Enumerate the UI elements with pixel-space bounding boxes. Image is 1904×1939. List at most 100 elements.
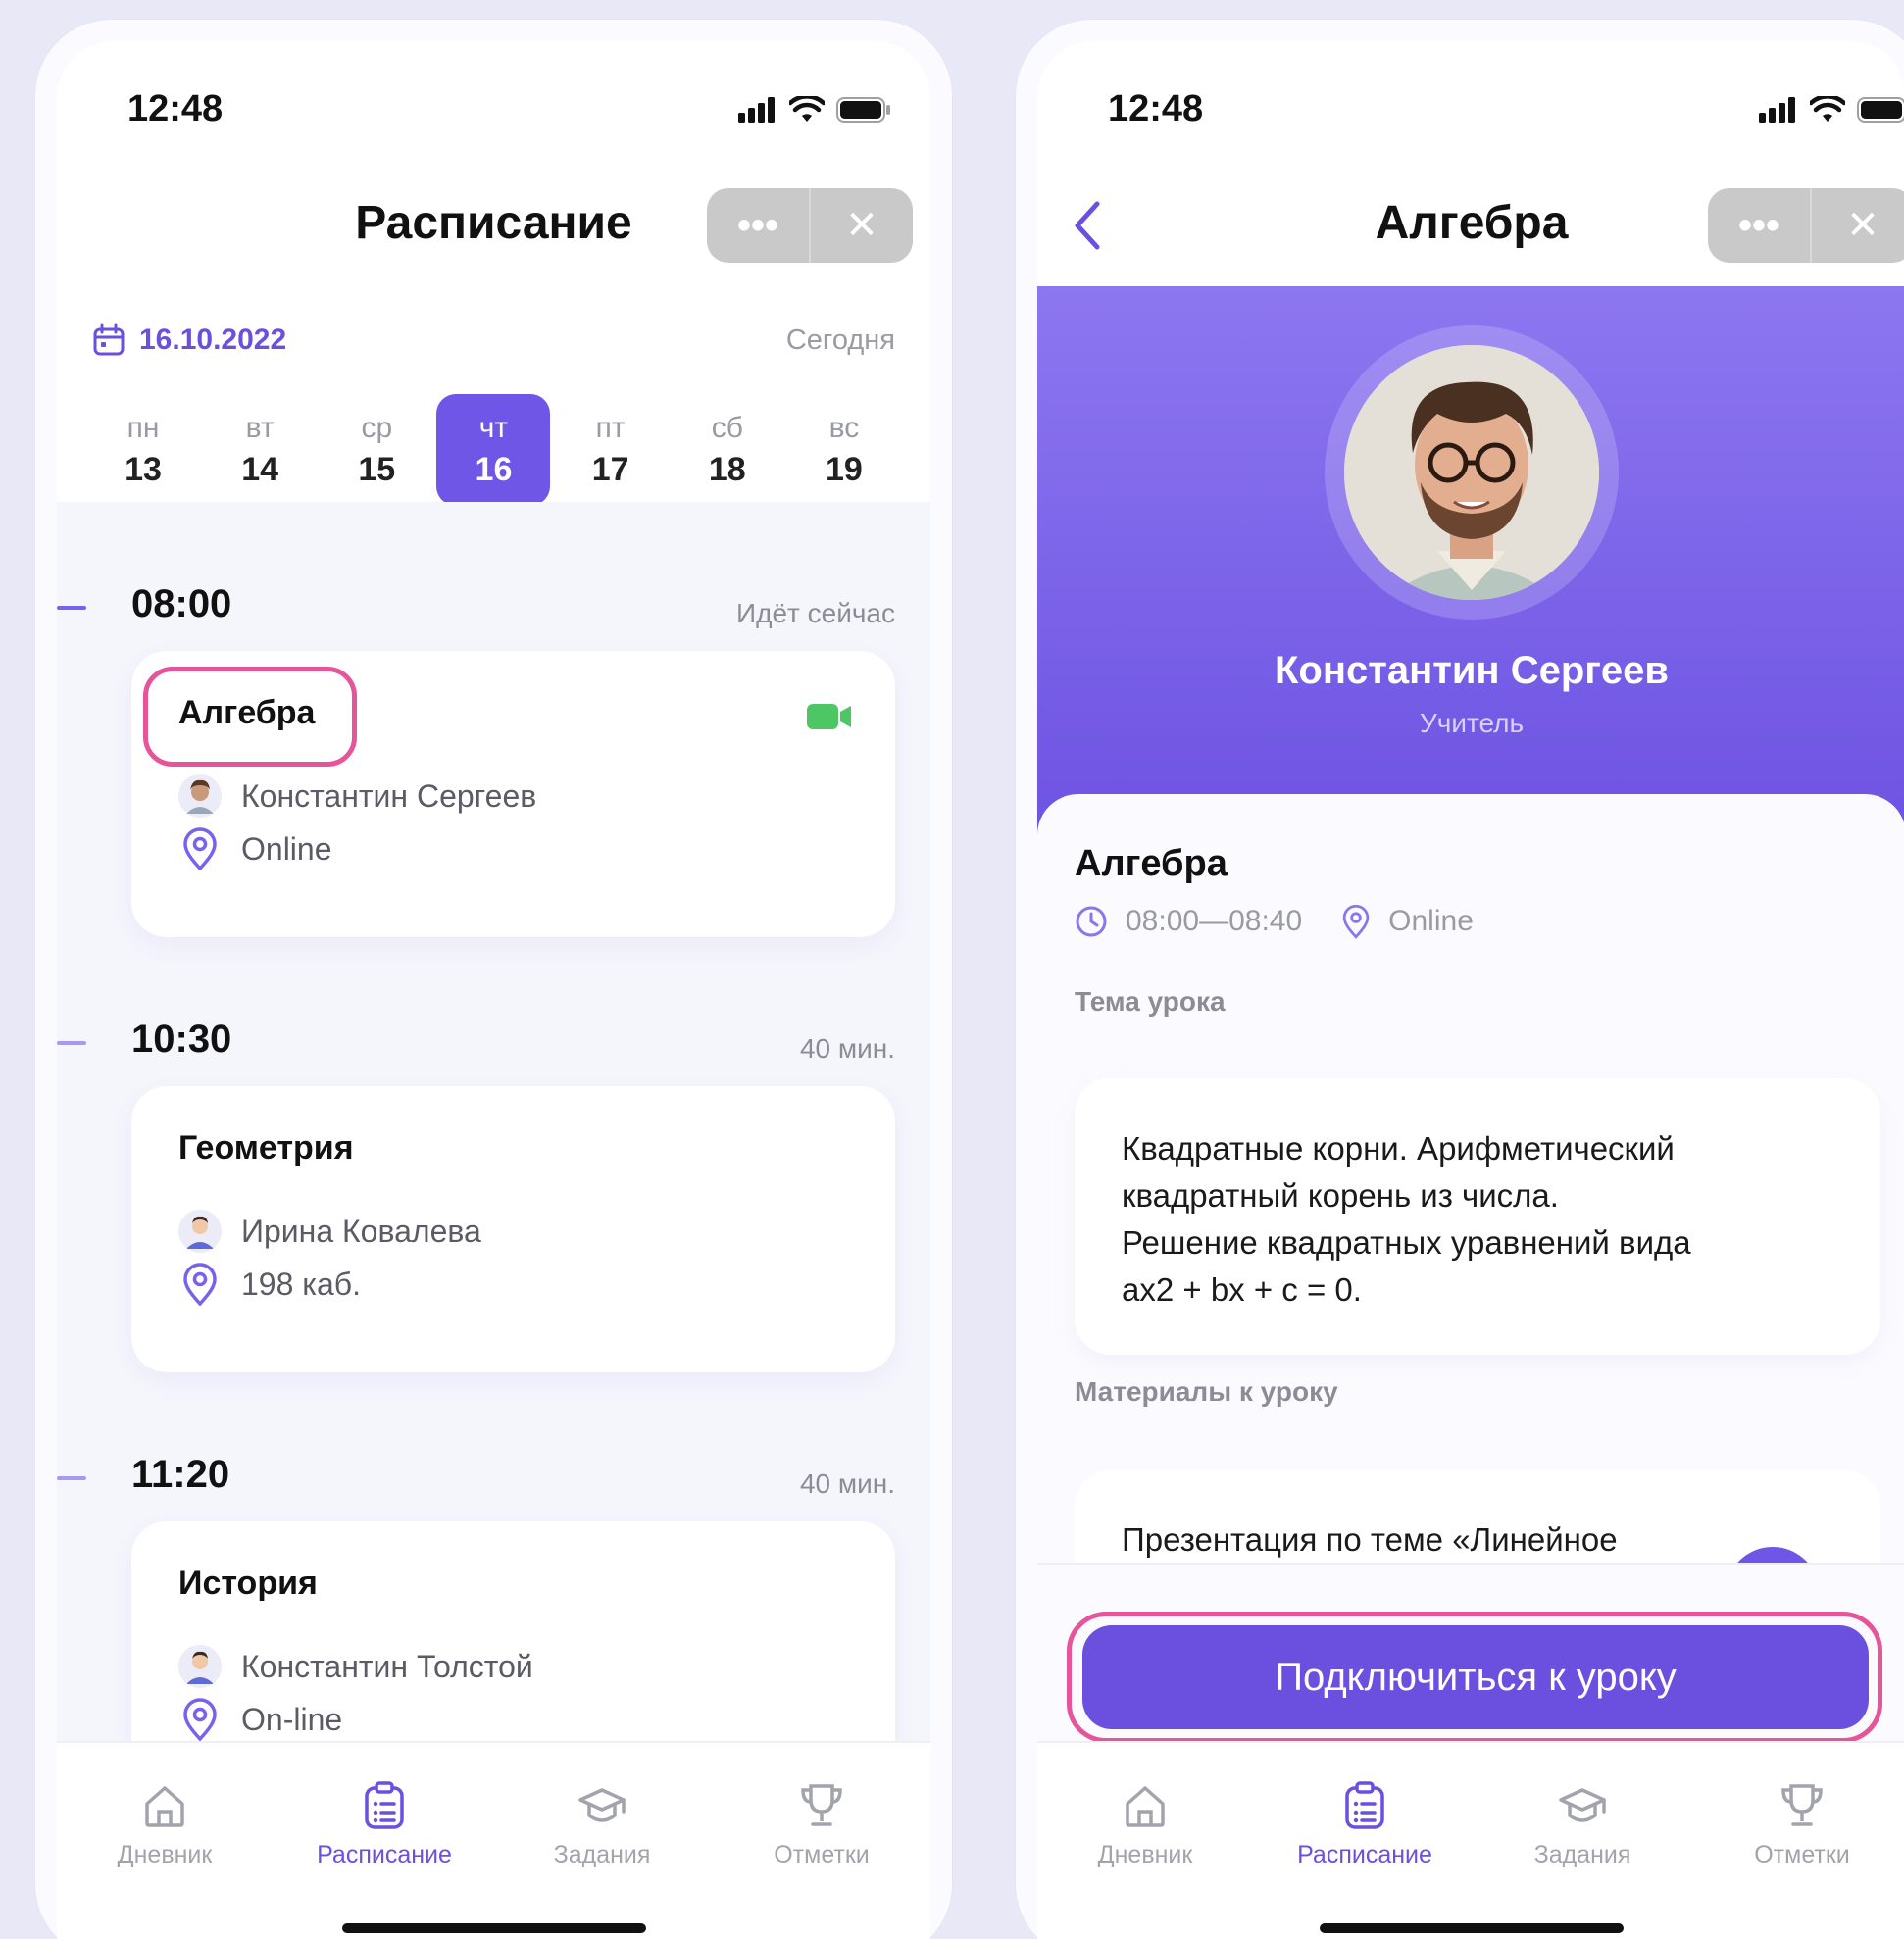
location-pin-icon [178, 1263, 222, 1306]
day-sat[interactable]: сб 18 [671, 394, 784, 506]
signal-icon [1759, 97, 1795, 123]
more-button[interactable]: ••• [1708, 188, 1812, 263]
day-tue[interactable]: вт 14 [203, 394, 317, 506]
teacher-avatar-wrap [178, 1645, 222, 1688]
tab-bar: Дневник Расписание Задания Отметки [57, 1741, 930, 1939]
teacher-avatar [178, 1645, 222, 1688]
schedule-icon [1345, 1781, 1384, 1829]
week-strip: пн 13 вт 14 ср 15 чт 16 пт 17 сб 18 вс 19 [86, 394, 901, 510]
lesson-meta: 08:00—08:40 Online [1075, 904, 1513, 939]
lesson-time: 08:00—08:40 [1075, 905, 1302, 938]
slot-status: 40 мин. [799, 1033, 895, 1064]
close-button[interactable]: ✕ [811, 188, 913, 263]
place-text: 198 каб. [241, 1266, 361, 1302]
lesson-card-algebra[interactable]: Алгебра Константин Сергеев Online [131, 651, 895, 937]
teacher-avatar-wrap [178, 774, 222, 818]
signal-icon [738, 97, 775, 123]
teacher-name: Ирина Ковалева [241, 1213, 481, 1249]
tab-label: Задания [1533, 1841, 1631, 1868]
more-button[interactable]: ••• [707, 188, 811, 263]
day-name: ср [361, 411, 393, 444]
lesson-place: Online [1341, 904, 1474, 939]
schedule-icon [365, 1781, 404, 1829]
home-indicator[interactable] [341, 1923, 646, 1933]
trophy-icon [801, 1784, 842, 1826]
day-wed[interactable]: ср 15 [320, 394, 433, 506]
tab-grades[interactable]: Отметки [724, 1780, 920, 1869]
lesson-subject: Алгебра [1075, 843, 1228, 884]
tab-grades[interactable]: Отметки [1704, 1780, 1900, 1869]
lesson-place-text: Online [1388, 905, 1474, 937]
status-icons [1759, 96, 1904, 124]
slot-time: 10:30 [131, 1018, 232, 1061]
connect-area: Подключиться к уроку [1037, 1563, 1904, 1743]
lesson-subject: История [178, 1565, 318, 1602]
tab-diary[interactable]: Дневник [67, 1780, 263, 1869]
close-button[interactable]: ✕ [1812, 188, 1904, 263]
location-pin-icon [178, 827, 222, 870]
status-time: 12:48 [1108, 88, 1204, 129]
home-icon [1126, 1786, 1165, 1827]
video-call-icon[interactable] [807, 702, 852, 731]
lesson-subject: Алгебра [178, 694, 316, 731]
lesson-time-range: 08:00—08:40 [1126, 905, 1303, 937]
place-line: 198 каб. [178, 1263, 361, 1306]
clock-icon [1076, 906, 1107, 937]
slot-time: 11:20 [131, 1453, 230, 1496]
tab-label: Задания [553, 1841, 651, 1868]
timeline-dash [57, 606, 86, 610]
wifi-icon [1810, 96, 1845, 122]
status-time: 12:48 [127, 88, 224, 129]
tab-schedule[interactable]: Расписание [1267, 1780, 1463, 1869]
teacher-avatar-wrap [178, 1210, 222, 1253]
slot-time: 08:00 [131, 582, 232, 625]
teacher-photo [1344, 345, 1599, 600]
tab-tasks[interactable]: Задания [1484, 1780, 1680, 1869]
title-bar: Расписание ••• ✕ [57, 188, 930, 267]
day-number: 13 [125, 450, 162, 488]
day-mon[interactable]: пн 13 [86, 394, 200, 506]
teacher-role: Учитель [1419, 708, 1525, 738]
status-icons [738, 96, 891, 124]
day-name: пн [126, 411, 160, 444]
lesson-detail-screen: 12:48 Алгебра ••• ✕ Константин Сергеев У… [1037, 41, 1904, 1939]
mini-app-capsule: ••• ✕ [707, 188, 913, 263]
join-lesson-button[interactable]: Подключиться к уроку [1082, 1625, 1869, 1729]
day-name: чт [478, 411, 509, 444]
teacher-avatar [178, 1210, 222, 1253]
day-sun[interactable]: вс 19 [787, 394, 901, 506]
day-number: 16 [475, 450, 513, 488]
tab-schedule[interactable]: Расписание [286, 1780, 482, 1869]
teacher-line: Константин Сергеев [178, 774, 536, 818]
place-text: Online [241, 830, 332, 867]
calendar-icon[interactable] [92, 323, 125, 357]
date-panel: 16.10.2022 Сегодня пн 13 вт 14 ср 15 чт 16 п… [57, 286, 930, 522]
battery-icon [836, 97, 890, 123]
teacher-name: Константин Сергеев [1274, 649, 1669, 692]
today-link[interactable]: Сегодня [786, 324, 895, 357]
tab-label: Расписание [317, 1841, 452, 1868]
battery-icon [1857, 97, 1904, 123]
day-thu[interactable]: чт 16 [436, 394, 551, 506]
day-fri[interactable]: пт 17 [554, 394, 668, 506]
day-number: 14 [241, 450, 279, 488]
lesson-detail-phone: 12:48 Алгебра ••• ✕ Константин Сергеев У… [1016, 20, 1904, 1939]
trophy-icon [1781, 1784, 1823, 1826]
tab-diary[interactable]: Дневник [1047, 1780, 1243, 1869]
teacher-avatar [178, 774, 222, 818]
place-line: On-line [178, 1698, 342, 1741]
location-pin-icon [178, 1698, 222, 1741]
date-row: 16.10.2022 Сегодня [92, 316, 895, 365]
tab-tasks[interactable]: Задания [504, 1780, 700, 1869]
home-indicator[interactable] [1320, 1923, 1624, 1933]
day-number: 15 [358, 450, 396, 488]
graduation-cap-icon [578, 1788, 626, 1822]
day-number: 18 [708, 450, 746, 488]
timeline-dash [57, 1476, 86, 1480]
schedule-phone: 12:48 Расписание ••• ✕ 16.10.2022 Сегодн… [35, 20, 952, 1939]
timeline-dash [57, 1041, 86, 1045]
selected-date[interactable]: 16.10.2022 [139, 323, 286, 357]
title-bar: Алгебра ••• ✕ [1037, 188, 1904, 267]
slot-status: 40 мин. [799, 1468, 895, 1499]
lesson-card-geometry[interactable]: Геометрия Ирина Ковалева 198 каб. [131, 1086, 895, 1372]
